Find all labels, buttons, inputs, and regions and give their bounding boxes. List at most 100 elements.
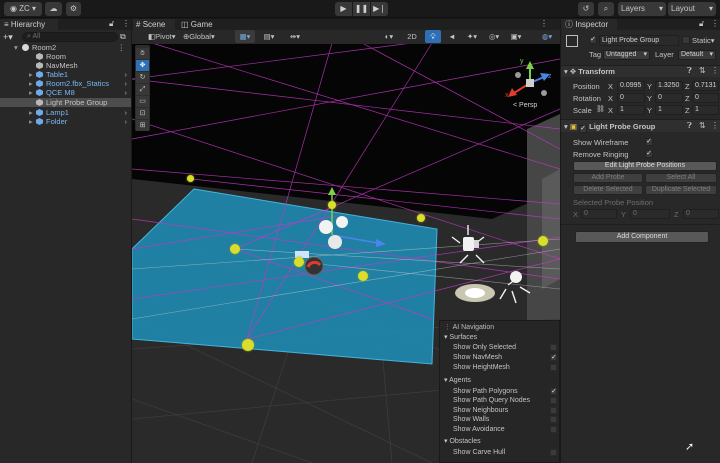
global-toggle[interactable]: ⊕Global▾ — [181, 30, 221, 43]
light-probe[interactable] — [187, 175, 194, 182]
kebab-menu-icon[interactable]: ⋮ — [711, 121, 719, 130]
nav-option-show-navmesh[interactable]: Show NavMesh ✓ — [440, 353, 561, 362]
rotate-tool-icon[interactable]: ↻ — [136, 72, 149, 83]
presets-icon[interactable]: ⇅ — [699, 121, 706, 130]
chevron-right-icon[interactable]: › — [125, 117, 128, 126]
rotation-z-field[interactable]: 0 — [692, 93, 719, 103]
component-enabled-checkbox[interactable]: ✓ — [579, 125, 588, 133]
kebab-menu-icon[interactable]: ⋮ — [711, 19, 719, 28]
obstacles-foldout[interactable]: ▾ Obstacles — [440, 437, 561, 446]
static-dropdown[interactable]: Static▾ — [692, 35, 720, 46]
expand-arrow-icon[interactable]: ▸ — [29, 117, 33, 126]
nav-option-show-carve-hull[interactable]: Show Carve Hull — [440, 448, 561, 457]
lock-icon[interactable]: 🔓︎ — [109, 19, 114, 29]
hierarchy-scene-root[interactable]: Room2 ▾ ⋮ — [0, 43, 131, 52]
ai-navigation-title[interactable]: ⋮ AI Navigation — [440, 323, 561, 332]
gizmos-toggle-icon[interactable]: ◍▾ — [536, 30, 558, 43]
nav-option-show-avoidance[interactable]: Show Avoidance — [440, 425, 561, 434]
presets-icon[interactable]: ⇅ — [699, 66, 706, 75]
layers-dropdown[interactable]: Layers ▾ — [618, 2, 666, 16]
hierarchy-item-light-probe-group[interactable]: Light Probe Group — [0, 98, 131, 107]
light-probe[interactable] — [294, 257, 304, 267]
cloud-icon[interactable]: ☁ — [45, 2, 62, 16]
effects-toggle-icon[interactable]: ✦▾ — [462, 30, 482, 43]
surfaces-foldout[interactable]: ▾ Surfaces — [440, 333, 561, 342]
nav-option-show-path-polygons[interactable]: Show Path Polygons ✓ — [440, 387, 561, 396]
nav-option-show-heightmesh[interactable]: Show HeightMesh — [440, 363, 561, 372]
scale-x-field[interactable]: 1 — [617, 105, 645, 115]
position-y-field[interactable]: 1.3250 — [655, 81, 683, 91]
kebab-menu-icon[interactable]: ⋮ — [122, 19, 130, 28]
add-object-button[interactable]: +▾ — [3, 32, 13, 43]
delete-selected-button[interactable]: Delete Selected — [573, 185, 643, 195]
help-icon[interactable]: ❓︎ — [687, 121, 692, 131]
nav-option-show-walls[interactable]: Show Walls — [440, 415, 561, 424]
expand-arrow-icon[interactable]: ▸ — [29, 79, 33, 88]
account-dropdown[interactable]: ◉ ZC ▾ — [4, 2, 42, 16]
link-icon[interactable]: ⛓︎ — [596, 105, 605, 113]
scale-y-field[interactable]: 1 — [655, 105, 683, 115]
orientation-gizmo[interactable] — [504, 59, 556, 107]
expand-arrow-icon[interactable]: ▸ — [29, 70, 33, 79]
checkbox-unchecked[interactable] — [550, 416, 557, 423]
layout-dropdown[interactable]: Layout ▾ — [668, 2, 716, 16]
scene-filter-icon[interactable]: ⧉ — [120, 32, 126, 42]
hierarchy-item-qce-m8[interactable]: ▸ QCE M8 › — [0, 88, 131, 97]
tab-game[interactable]: ◫ Game — [178, 19, 220, 30]
hand-tool-icon[interactable]: ✋︎ — [136, 48, 149, 59]
custom-tool-icon[interactable]: ⊞ — [136, 120, 149, 131]
light-probe[interactable] — [328, 201, 336, 209]
pause-button[interactable]: ❚❚ — [353, 2, 370, 16]
pivot-toggle[interactable]: ◧Pivot▾ — [146, 30, 178, 43]
tab-inspector[interactable]: ⓘ Inspector — [561, 19, 617, 30]
light-probe[interactable] — [242, 339, 254, 351]
expand-arrow-icon[interactable]: ▸ — [29, 108, 33, 117]
audio-toggle-icon[interactable]: ◄ — [444, 30, 460, 43]
transform-tool-icon[interactable]: ⊡ — [136, 108, 149, 119]
duplicate-selected-button[interactable]: Duplicate Selected — [645, 185, 717, 195]
selected-x-field[interactable]: 0 — [581, 209, 617, 219]
search-icon[interactable]: ⌕ — [598, 2, 614, 16]
hierarchy-item-lamp1[interactable]: ▸ Lamp1 › — [0, 108, 131, 117]
rotation-y-field[interactable]: 0 — [655, 93, 683, 103]
position-x-field[interactable]: 0.0995 — [617, 81, 645, 91]
light-probe[interactable] — [358, 271, 368, 281]
kebab-menu-icon[interactable]: ⋮ — [540, 19, 548, 28]
hierarchy-item-room[interactable]: Room — [0, 52, 131, 61]
snap-increment-icon[interactable]: ▤▾ — [258, 30, 280, 43]
tag-dropdown[interactable]: Untagged ▾ — [603, 50, 650, 60]
active-checkbox[interactable]: ✓ — [589, 36, 597, 44]
layer-dropdown[interactable]: Default ▾ — [678, 50, 716, 60]
object-name-input[interactable]: Light Probe Group — [599, 35, 679, 46]
step-button[interactable]: ▶❘ — [371, 2, 388, 16]
edit-light-probe-positions-button[interactable]: Edit Light Probe Positions — [573, 161, 717, 171]
lock-icon[interactable]: 🔓︎ — [699, 19, 704, 29]
position-z-field[interactable]: 0.7131 — [692, 81, 719, 91]
chevron-right-icon[interactable]: › — [125, 79, 128, 88]
scale-z-field[interactable]: 1 — [692, 105, 719, 115]
nav-option-show-neighbours[interactable]: Show Neighbours — [440, 406, 561, 415]
nav-option-show-only-selected[interactable]: Show Only Selected — [440, 343, 561, 352]
transform-foldout[interactable]: ▾ ✥ Transform — [564, 66, 720, 77]
remove-ringing-checkbox[interactable]: ✓ — [645, 150, 653, 158]
play-button[interactable]: ▶ — [335, 2, 352, 16]
rotation-x-field[interactable]: 0 — [617, 93, 645, 103]
tab-scene[interactable]: # Scene — [133, 19, 175, 30]
expand-arrow-icon[interactable]: ▸ — [29, 88, 33, 97]
static-checkbox[interactable] — [682, 36, 690, 44]
kebab-menu-icon[interactable]: ⋮ — [711, 66, 719, 75]
checkbox-unchecked[interactable] — [550, 449, 557, 456]
light-probe[interactable] — [538, 236, 548, 246]
help-icon[interactable]: ❓︎ — [687, 66, 692, 76]
light-probe-group-foldout[interactable]: ▾ ▣ ✓ Light Probe Group — [564, 121, 720, 133]
light-probe[interactable] — [230, 244, 240, 254]
checkbox-unchecked[interactable] — [550, 364, 557, 371]
chevron-right-icon[interactable]: › — [125, 108, 128, 117]
hierarchy-item-navmesh[interactable]: NavMesh — [0, 61, 131, 70]
selected-y-field[interactable]: 0 — [630, 209, 670, 219]
move-tool-icon[interactable]: ✥ — [136, 60, 149, 71]
checkbox-unchecked[interactable] — [550, 344, 557, 351]
scale-tool-icon[interactable]: ⤢ — [136, 84, 149, 95]
hierarchy-search-input[interactable]: ⌕ All — [22, 32, 118, 42]
history-icon[interactable]: ↺ — [578, 2, 594, 16]
